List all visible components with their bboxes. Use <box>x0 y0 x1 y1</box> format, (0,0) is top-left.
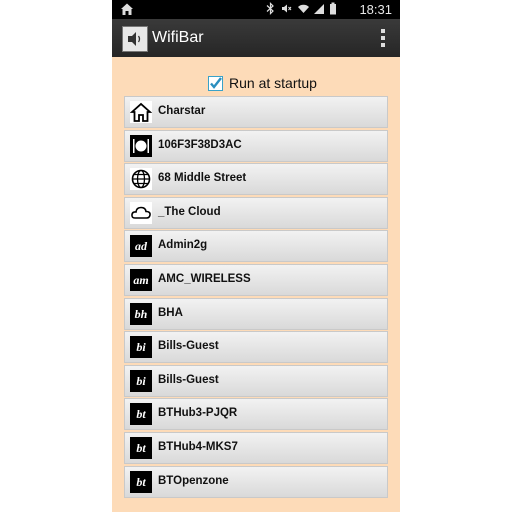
app-title: WifiBar <box>152 29 204 46</box>
text-icon: am <box>130 268 152 291</box>
network-name: Charstar <box>158 105 206 117</box>
app-logo-icon[interactable] <box>122 26 148 52</box>
network-abbr: bh <box>134 306 148 321</box>
network-name: BTOpenzone <box>158 474 229 487</box>
network-name: Bills-Guest <box>158 373 219 386</box>
overflow-menu-icon[interactable] <box>380 29 386 47</box>
network-item[interactable]: bh BHA <box>124 297 388 330</box>
phone-screen: 18:31 WifiBar Run at startup Charstar 10… <box>112 0 400 512</box>
text-icon: bt <box>130 403 152 426</box>
network-item[interactable]: bi Bills-Guest <box>124 364 388 397</box>
network-abbr: ad <box>135 239 147 254</box>
text-icon: bt <box>130 470 152 493</box>
network-item[interactable]: bi Bills-Guest <box>124 331 388 364</box>
network-name: _The Cloud <box>158 205 221 218</box>
wifi-icon <box>297 2 309 15</box>
network-name: Admin2g <box>158 239 208 252</box>
network-abbr: bt <box>136 474 146 489</box>
run-at-startup-row[interactable]: Run at startup <box>208 74 317 92</box>
text-icon: bh <box>130 302 152 325</box>
status-clock: 18:31 <box>359 2 392 17</box>
text-icon: bi <box>130 369 152 392</box>
battery-icon <box>329 2 340 15</box>
network-item[interactable]: 68 Middle Street <box>124 163 388 196</box>
home-icon <box>129 101 153 123</box>
home-icon <box>121 3 133 15</box>
network-item[interactable]: bt BTHub4-MKS7 <box>124 431 388 464</box>
network-item[interactable]: ad Admin2g <box>124 230 388 263</box>
network-abbr: bi <box>136 373 146 388</box>
network-name: 106F3F38D3AC <box>158 138 242 151</box>
network-name: BTHub4-MKS7 <box>158 440 238 453</box>
restaurant-icon <box>130 134 152 157</box>
text-icon: bi <box>130 336 152 359</box>
network-item[interactable]: 106F3F38D3AC <box>124 129 388 162</box>
network-item[interactable]: am AMC_WIRELESS <box>124 263 388 296</box>
network-list: Charstar 106F3F38D3AC 68 Middle Street _… <box>124 96 388 499</box>
bluetooth-icon <box>265 2 276 15</box>
text-icon: ad <box>130 235 152 258</box>
action-bar: WifiBar <box>112 19 400 57</box>
network-name: 68 Middle Street <box>158 172 247 185</box>
network-name: BHA <box>158 306 183 319</box>
network-item[interactable]: Charstar <box>124 96 388 128</box>
status-bar: 18:31 <box>112 0 400 19</box>
network-item[interactable]: bt BTOpenzone <box>124 465 388 498</box>
cloud-icon <box>130 201 152 224</box>
text-icon: bt <box>130 436 152 459</box>
network-name: BTHub3-PJQR <box>158 407 238 420</box>
globe-icon <box>130 168 152 191</box>
network-name: Bills-Guest <box>158 340 219 353</box>
run-at-startup-label: Run at startup <box>229 75 317 91</box>
network-item[interactable]: bt BTHub3-PJQR <box>124 398 388 431</box>
network-item[interactable]: _The Cloud <box>124 196 388 229</box>
network-abbr: am <box>133 272 149 287</box>
network-abbr: bt <box>136 440 146 455</box>
run-at-startup-checkbox[interactable] <box>208 75 223 91</box>
network-abbr: bt <box>136 407 146 422</box>
signal-icon <box>313 2 324 15</box>
status-icons <box>265 2 340 15</box>
network-abbr: bi <box>136 340 146 355</box>
mute-icon <box>281 2 292 15</box>
network-name: AMC_WIRELESS <box>158 272 251 285</box>
